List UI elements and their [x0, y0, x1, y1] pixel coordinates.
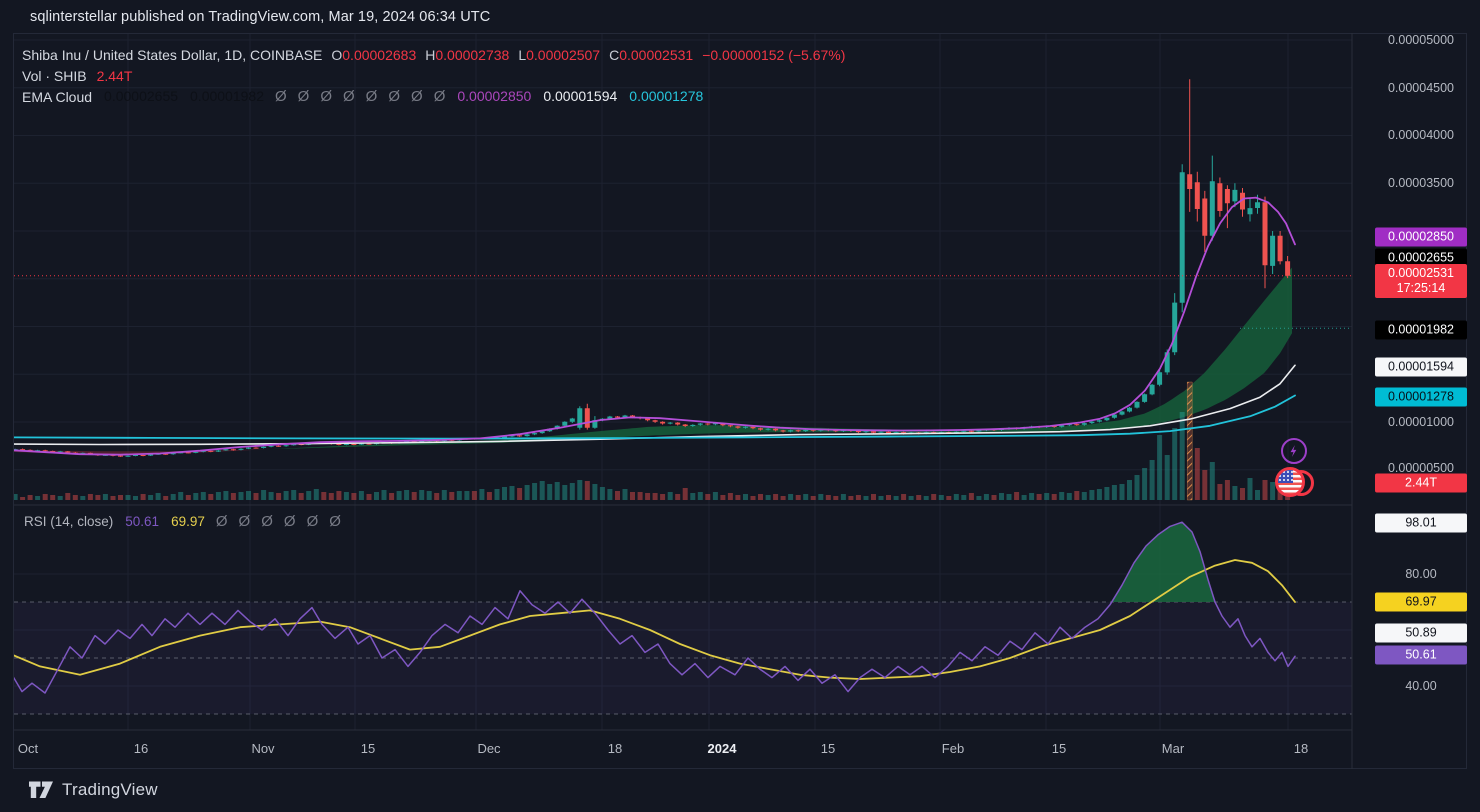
ema-value: 0.00002850 — [457, 88, 531, 104]
ohlc-value: 0.00002683 — [342, 47, 416, 63]
time-tick: 2024 — [708, 741, 737, 756]
axis-label: 0.00005000 — [1375, 33, 1467, 47]
ohlc-key: H — [425, 47, 435, 63]
rsi-values: 50.6169.97ØØØØØØ — [113, 513, 341, 530]
axis-label: 0.00004500 — [1375, 81, 1467, 95]
price-badge: 69.97 — [1375, 593, 1467, 612]
rsi-value: 50.61 — [125, 514, 159, 529]
usd-flag-icon — [1275, 467, 1317, 503]
ohlc-key: O — [331, 47, 342, 63]
price-badge: 0.0000253117:25:14 — [1375, 264, 1467, 298]
volume-label: Vol · SHIB — [22, 68, 87, 84]
disabled-plot-icon: Ø — [261, 513, 273, 530]
disabled-plot-icon: Ø — [307, 513, 319, 530]
rsi-value: 69.97 — [171, 514, 205, 529]
us-flag-circle — [1275, 467, 1305, 497]
axis-label: 80.00 — [1375, 567, 1467, 581]
time-tick: Feb — [942, 741, 964, 756]
price-badge: 98.01 — [1375, 514, 1467, 533]
disabled-plot-icon: Ø — [275, 88, 287, 105]
axis-label: 0.00003500 — [1375, 176, 1467, 190]
ema-value: 0.00001278 — [629, 88, 703, 104]
price-badge: 50.61 — [1375, 646, 1467, 665]
rsi-status-row: RSI (14, close) 50.6169.97ØØØØØØ — [24, 511, 341, 532]
ema-hidden-value: 0.00001982 — [190, 88, 264, 104]
disabled-plot-icon: Ø — [298, 88, 310, 105]
time-tick: 16 — [134, 741, 148, 756]
time-tick: Oct — [18, 741, 38, 756]
ohlc-value: 0.00002738 — [435, 47, 509, 63]
disabled-plot-icon: Ø — [216, 513, 228, 530]
price-axis[interactable]: 0.00005000 0.00004500 0.00004000 0.00003500… — [1353, 33, 1480, 769]
volume-value: 2.44T — [97, 68, 133, 84]
price-badge: 0.00001278 — [1375, 388, 1467, 407]
change-value: −0.00000152 (−5.67%) — [702, 47, 845, 63]
symbol-status-row: Shiba Inu / United States Dollar, 1D, CO… — [22, 44, 845, 65]
chart-canvas[interactable] — [0, 0, 1480, 812]
bolt-glyph — [1287, 444, 1301, 458]
time-tick: 15 — [361, 741, 375, 756]
disabled-plot-icon: Ø — [411, 88, 423, 105]
time-axis[interactable]: Oct 16 Nov 15 Dec 18 2024 15 Feb 15 Mar 18 — [13, 731, 1353, 769]
time-tick: 18 — [1294, 741, 1308, 756]
rsi-label[interactable]: RSI (14, close) — [24, 514, 113, 529]
price-badge: 0.00001594 — [1375, 358, 1467, 377]
price-badge: 2.44T — [1375, 474, 1467, 493]
time-tick: Mar — [1162, 741, 1184, 756]
time-tick: 15 — [1052, 741, 1066, 756]
time-tick: Nov — [251, 741, 274, 756]
axis-label: 40.00 — [1375, 679, 1467, 693]
price-badge: 50.89 — [1375, 624, 1467, 643]
flag-canton — [1278, 470, 1293, 483]
price-badge: 0.00002850 — [1375, 228, 1467, 247]
axis-label: 0.00001000 — [1375, 415, 1467, 429]
ohlc-value: 0.00002531 — [619, 47, 693, 63]
ema-cloud-values: 0.000026550.00001982ØØØØØØØØ0.000028500.… — [92, 88, 703, 105]
disabled-plot-icon: Ø — [320, 88, 332, 105]
volume-row: Vol · SHIB 2.44T — [22, 65, 845, 86]
tradingview-logo[interactable]: TradingView — [28, 779, 158, 801]
tradingview-mark-icon — [28, 779, 54, 801]
ema-cloud-row: EMA Cloud 0.000026550.00001982ØØØØØØØØ0.… — [22, 86, 845, 107]
ohlc-value: 0.00002507 — [526, 47, 600, 63]
price-badge: 0.00001982 — [1375, 321, 1467, 340]
axis-label: 0.00004000 — [1375, 128, 1467, 142]
lightning-icon[interactable] — [1281, 438, 1307, 464]
ema-hidden-value: 0.00002655 — [104, 88, 178, 104]
disabled-plot-icon: Ø — [388, 88, 400, 105]
disabled-plot-icon: Ø — [366, 88, 378, 105]
ohlc-key: L — [518, 47, 526, 63]
symbol-legend: Shiba Inu / United States Dollar, 1D, CO… — [22, 44, 845, 107]
disabled-plot-icon: Ø — [434, 88, 446, 105]
tradingview-wordmark: TradingView — [62, 780, 158, 800]
ohlc-key: C — [609, 47, 619, 63]
time-tick: Dec — [477, 741, 500, 756]
time-tick: 18 — [608, 741, 622, 756]
ema-cloud-label[interactable]: EMA Cloud — [22, 89, 92, 105]
ohlc-values: O0.00002683 H0.00002738 L0.00002507 C0.0000… — [322, 47, 693, 63]
disabled-plot-icon: Ø — [329, 513, 341, 530]
time-tick: 15 — [821, 741, 835, 756]
rsi-legend: RSI (14, close) 50.6169.97ØØØØØØ — [24, 511, 341, 532]
disabled-plot-icon: Ø — [343, 88, 355, 105]
published-chart-page: sqlinterstellar published on TradingView… — [0, 0, 1480, 812]
disabled-plot-icon: Ø — [284, 513, 296, 530]
disabled-plot-icon: Ø — [239, 513, 251, 530]
ema-value: 0.00001594 — [543, 88, 617, 104]
symbol-title[interactable]: Shiba Inu / United States Dollar, 1D, CO… — [22, 47, 322, 63]
